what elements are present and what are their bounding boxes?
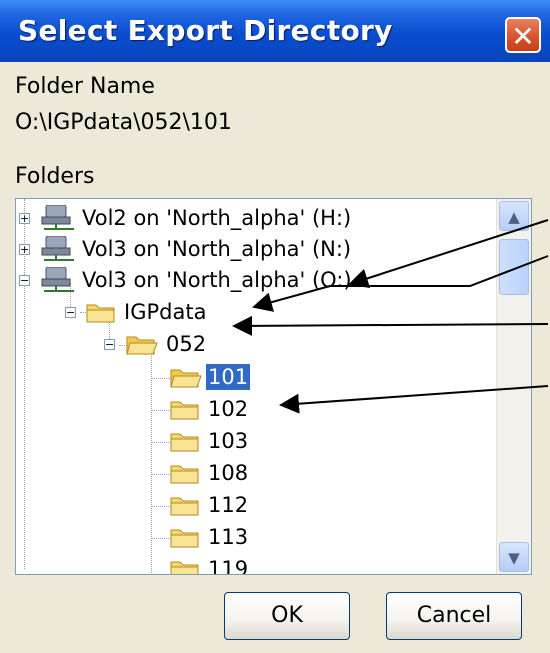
arrow-to-drive-o [348, 219, 549, 288]
annotation-arrows [232, 219, 549, 414]
arrow-to-igpdata [252, 255, 549, 312]
arrow-to-052 [232, 315, 549, 336]
arrow-to-102 [279, 385, 549, 414]
export-directory-dialog: Select Export Directory ✕ Folder Name O:… [0, 0, 550, 653]
